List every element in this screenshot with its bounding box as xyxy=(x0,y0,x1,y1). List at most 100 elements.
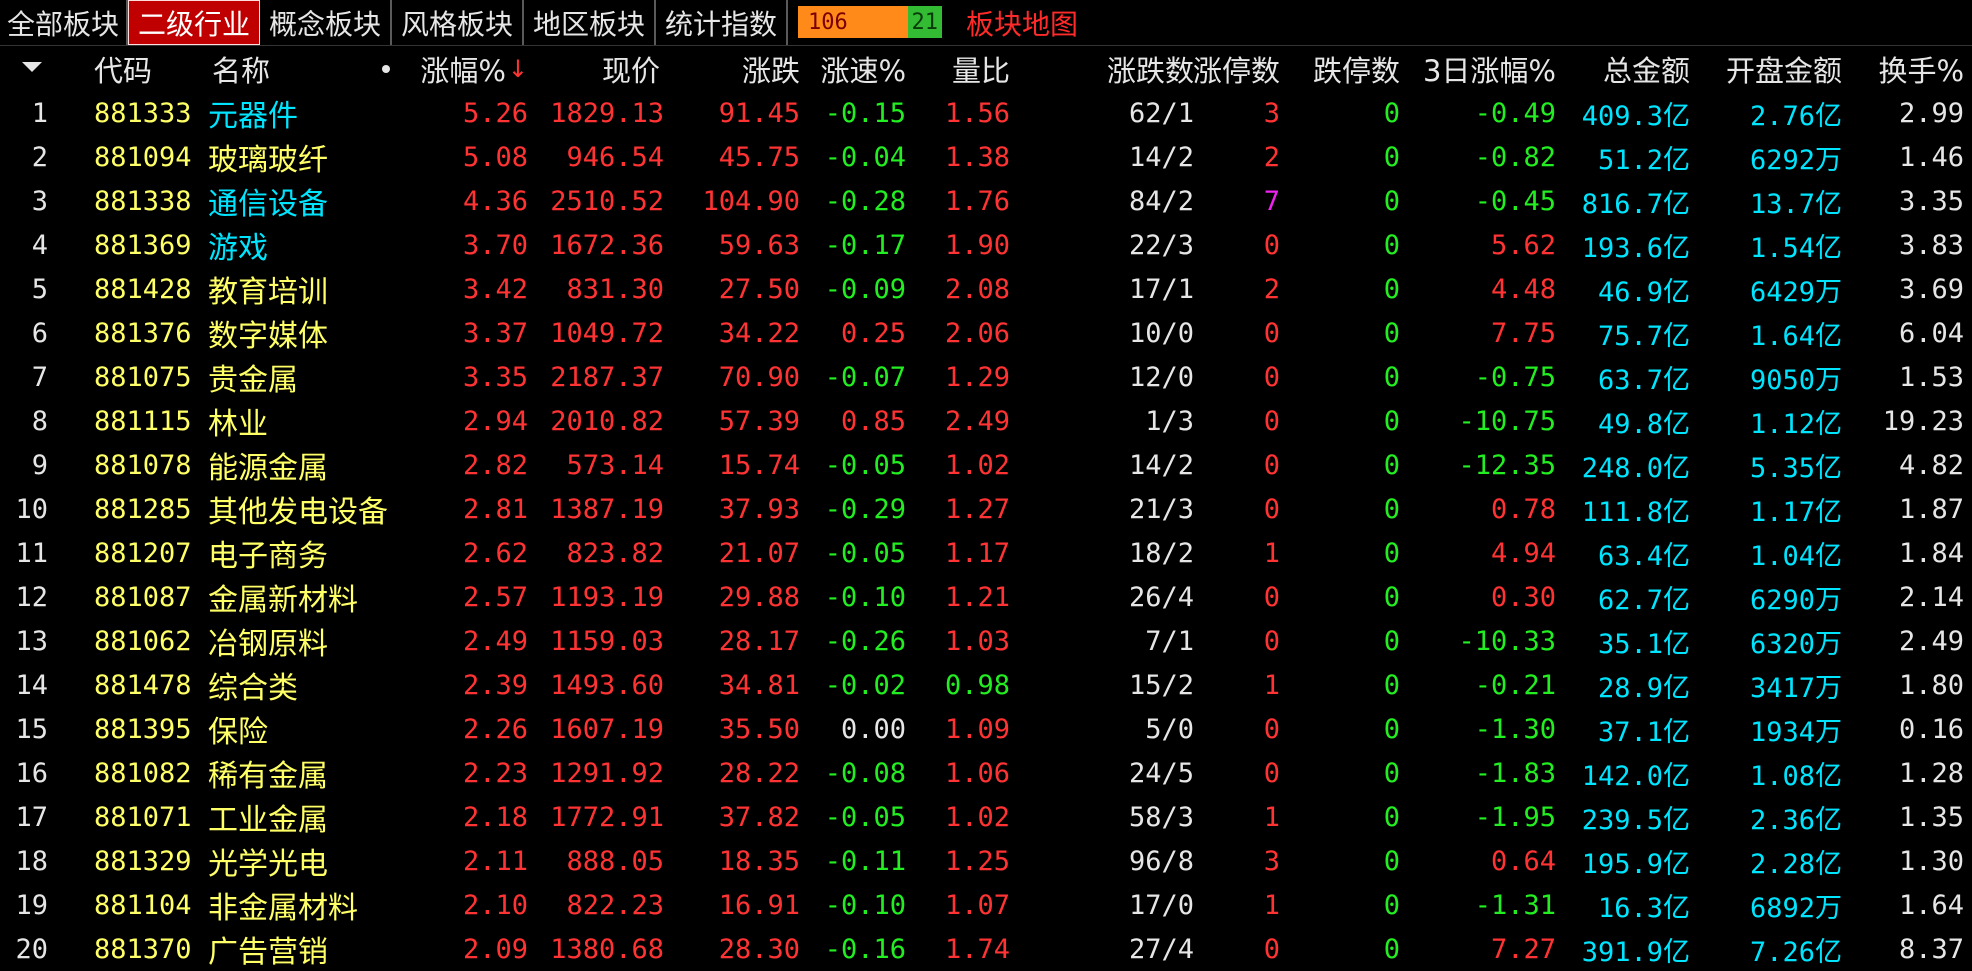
table-row[interactable]: 15 881395 保险 2.26 1607.19 35.50 0.00 1.09 5/0 0 0 -… xyxy=(0,707,1972,751)
volume-ratio: 1.02 xyxy=(944,801,1010,833)
table-row[interactable]: 13 881062 冶钢原料 2.49 1159.03 28.17 -0.26 1.03 7/1… xyxy=(0,619,1972,663)
sector-code: 881333 xyxy=(94,97,192,129)
sector-code: 881115 xyxy=(94,405,192,437)
open-amount: 1.12亿 xyxy=(1749,408,1842,440)
row-index: 18 xyxy=(15,845,48,877)
col-code[interactable]: 代码 xyxy=(94,46,152,91)
change-3day: -0.82 xyxy=(1474,141,1556,173)
table-row[interactable]: 17 881071 工业金属 2.18 1772.91 37.82 -0.05 1.02 58/… xyxy=(0,795,1972,839)
col-total-amount[interactable]: 总金额 xyxy=(1570,46,1690,91)
limit-down: 0 xyxy=(1383,97,1400,129)
change-3day: -10.75 xyxy=(1458,405,1556,437)
speed-pct: -0.29 xyxy=(824,493,906,525)
col-turnover[interactable]: 换手% xyxy=(1860,46,1964,91)
turnover: 3.83 xyxy=(1898,229,1964,261)
col-change-pct[interactable]: 涨幅% ↓ xyxy=(400,46,528,91)
tab-all-sectors[interactable]: 全部板块 xyxy=(0,0,128,45)
price: 1607.19 xyxy=(550,713,664,745)
sector-code: 881329 xyxy=(94,845,192,877)
col-speed[interactable]: 涨速% xyxy=(806,46,906,91)
adv-decl: 5/0 xyxy=(1145,713,1194,745)
volume-ratio: 1.38 xyxy=(944,141,1010,173)
open-amount: 13.7亿 xyxy=(1749,188,1842,220)
row-index: 19 xyxy=(15,889,48,921)
table-row[interactable]: 9 881078 能源金属 2.82 573.14 15.74 -0.05 1.02 14/2 0… xyxy=(0,443,1972,487)
sector-code: 881338 xyxy=(94,185,192,217)
tab-secondary-industry[interactable]: 二级行业 xyxy=(128,0,260,45)
turnover: 1.28 xyxy=(1898,757,1964,789)
adv-decl: 58/3 xyxy=(1128,801,1194,833)
table-row[interactable]: 2 881094 玻璃玻纤 5.08 946.54 45.75 -0.04 1.38 14/2 2… xyxy=(0,135,1972,179)
table-row[interactable]: 7 881075 贵金属 3.35 2187.37 70.90 -0.07 1.29 12/0 0… xyxy=(0,355,1972,399)
tab-stat-index[interactable]: 统计指数 xyxy=(656,0,788,45)
sector-name: 通信设备 xyxy=(208,187,328,222)
table-row[interactable]: 11 881207 电子商务 2.62 823.82 21.07 -0.05 1.17 18/2… xyxy=(0,531,1972,575)
turnover: 2.99 xyxy=(1898,97,1964,129)
table-row[interactable]: 20 881370 广告营销 2.09 1380.68 28.30 -0.16 1.74 27/… xyxy=(0,927,1972,971)
table-row[interactable]: 5 881428 教育培训 3.42 831.30 27.50 -0.09 2.08 17/1 2… xyxy=(0,267,1972,311)
limit-up: 0 xyxy=(1263,317,1280,349)
table-row[interactable]: 3 881338 通信设备 4.36 2510.52 104.90 -0.28 1.76 84/… xyxy=(0,179,1972,223)
price: 1193.19 xyxy=(550,581,664,613)
change: 45.75 xyxy=(718,141,800,173)
col-adv-decl[interactable]: 涨跌数 xyxy=(1050,46,1194,91)
price: 888.05 xyxy=(566,845,664,877)
turnover: 2.49 xyxy=(1898,625,1964,657)
limit-down: 0 xyxy=(1383,625,1400,657)
limit-down: 0 xyxy=(1383,889,1400,921)
price: 1380.68 xyxy=(550,933,664,965)
table-row[interactable]: 19 881104 非金属材料 2.10 822.23 16.91 -0.10 1.07 17/… xyxy=(0,883,1972,927)
total-amount: 63.4亿 xyxy=(1597,540,1690,572)
table-row[interactable]: 6 881376 数字媒体 3.37 1049.72 34.22 0.25 2.06 10/0 0… xyxy=(0,311,1972,355)
change-pct: 5.08 xyxy=(462,141,528,173)
sector-name: 广告营销 xyxy=(208,935,328,970)
table-row[interactable]: 12 881087 金属新材料 2.57 1193.19 29.88 -0.10 1.21 26… xyxy=(0,575,1972,619)
table-row[interactable]: 16 881082 稀有金属 2.23 1291.92 28.22 -0.08 1.06 24/… xyxy=(0,751,1972,795)
table-row[interactable]: 1 881333 元器件 5.26 1829.13 91.45 -0.15 1.56 62/1 3… xyxy=(0,91,1972,135)
sector-name: 贵金属 xyxy=(208,363,298,398)
col-limit-up[interactable]: 涨停数 xyxy=(1180,46,1280,91)
col-name[interactable]: 名称 xyxy=(212,46,270,91)
change: 27.50 xyxy=(718,273,800,305)
open-amount: 1.17亿 xyxy=(1749,496,1842,528)
speed-pct: -0.16 xyxy=(824,933,906,965)
sector-tab-bar: 全部板块 二级行业 概念板块 风格板块 地区板块 统计指数 106 21 板块地… xyxy=(0,0,1972,45)
change-pct: 3.35 xyxy=(462,361,528,393)
table-row[interactable]: 10 881285 其他发电设备 2.81 1387.19 37.93 -0.29 1.27 2… xyxy=(0,487,1972,531)
change-pct: 2.81 xyxy=(462,493,528,525)
table-row[interactable]: 14 881478 综合类 2.39 1493.60 34.81 -0.02 0.98 15/2… xyxy=(0,663,1972,707)
limit-down: 0 xyxy=(1383,801,1400,833)
col-change[interactable]: 涨跌 xyxy=(680,46,800,91)
sector-quote-window: 全部板块 二级行业 概念板块 风格板块 地区板块 统计指数 106 21 板块地… xyxy=(0,0,1972,971)
sector-code: 881428 xyxy=(94,273,192,305)
row-index: 10 xyxy=(15,493,48,525)
sector-code: 881078 xyxy=(94,449,192,481)
change: 28.22 xyxy=(718,757,800,789)
limit-down: 0 xyxy=(1383,669,1400,701)
table-row[interactable]: 4 881369 游戏 3.70 1672.36 59.63 -0.17 1.90 22/3 0 0… xyxy=(0,223,1972,267)
row-index: 3 xyxy=(31,185,48,217)
limit-down: 0 xyxy=(1383,713,1400,745)
change-3day: 7.75 xyxy=(1490,317,1556,349)
limit-up: 1 xyxy=(1263,537,1280,569)
col-3day-change[interactable]: 3日涨幅% xyxy=(1410,46,1556,91)
col-volume-ratio[interactable]: 量比 xyxy=(930,46,1010,91)
table-row[interactable]: 18 881329 光学光电 2.11 888.05 18.35 -0.11 1.25 96/8… xyxy=(0,839,1972,883)
col-price[interactable]: 现价 xyxy=(540,46,660,91)
col-limit-down[interactable]: 跌停数 xyxy=(1300,46,1400,91)
total-amount: 62.7亿 xyxy=(1597,584,1690,616)
row-index: 14 xyxy=(15,669,48,701)
change: 16.91 xyxy=(718,889,800,921)
row-index: 6 xyxy=(31,317,48,349)
tab-concept-sectors[interactable]: 概念板块 xyxy=(260,0,392,45)
sector-name: 保险 xyxy=(208,715,268,750)
sector-map-button[interactable]: 板块地图 xyxy=(966,0,1078,45)
total-amount: 28.9亿 xyxy=(1597,672,1690,704)
tab-style-sectors[interactable]: 风格板块 xyxy=(392,0,524,45)
turnover: 1.64 xyxy=(1898,889,1964,921)
table-row[interactable]: 8 881115 林业 2.94 2010.82 57.39 0.85 2.49 1/3 0 0 -1… xyxy=(0,399,1972,443)
open-amount: 2.28亿 xyxy=(1749,848,1842,880)
chevron-down-icon[interactable] xyxy=(22,62,42,72)
tab-region-sectors[interactable]: 地区板块 xyxy=(524,0,656,45)
col-open-amount[interactable]: 开盘金额 xyxy=(1700,46,1842,91)
